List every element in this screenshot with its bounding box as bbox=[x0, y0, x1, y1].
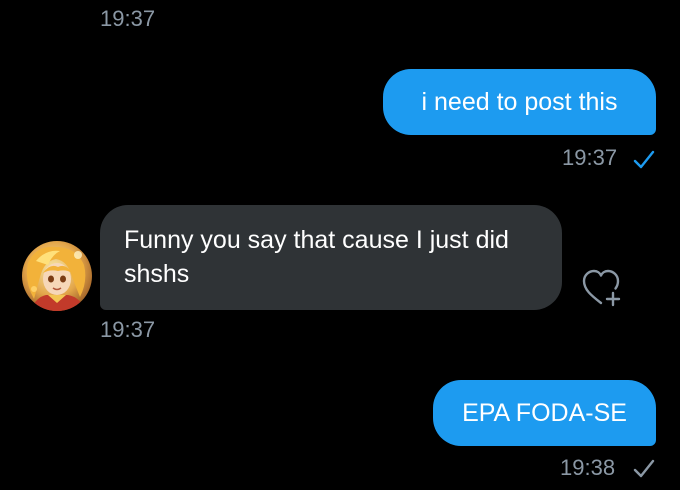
message-timestamp: 19:37 bbox=[562, 145, 618, 170]
message-timestamp: 19:37 bbox=[100, 317, 156, 342]
avatar-image bbox=[22, 241, 92, 311]
outgoing-message-bubble[interactable]: EPA FODA-SE bbox=[433, 380, 656, 446]
message-timestamp: 19:37 bbox=[100, 6, 156, 31]
message-text: i need to post this bbox=[421, 88, 618, 116]
incoming-message-bubble[interactable]: Funny you say that cause I just did shsh… bbox=[100, 205, 562, 310]
outgoing-message-bubble[interactable]: i need to post this bbox=[383, 69, 656, 135]
avatar[interactable] bbox=[22, 241, 92, 311]
conversation-thread: 19:37 i need to post this 19:37 Funny yo… bbox=[0, 0, 680, 490]
heart-plus-icon[interactable] bbox=[578, 265, 624, 311]
message-timestamp: 19:38 bbox=[560, 455, 616, 480]
check-icon bbox=[633, 150, 655, 169]
check-icon bbox=[633, 459, 655, 478]
message-text: Funny you say that cause I just did shsh… bbox=[124, 226, 509, 288]
message-text: EPA FODA-SE bbox=[462, 399, 627, 427]
